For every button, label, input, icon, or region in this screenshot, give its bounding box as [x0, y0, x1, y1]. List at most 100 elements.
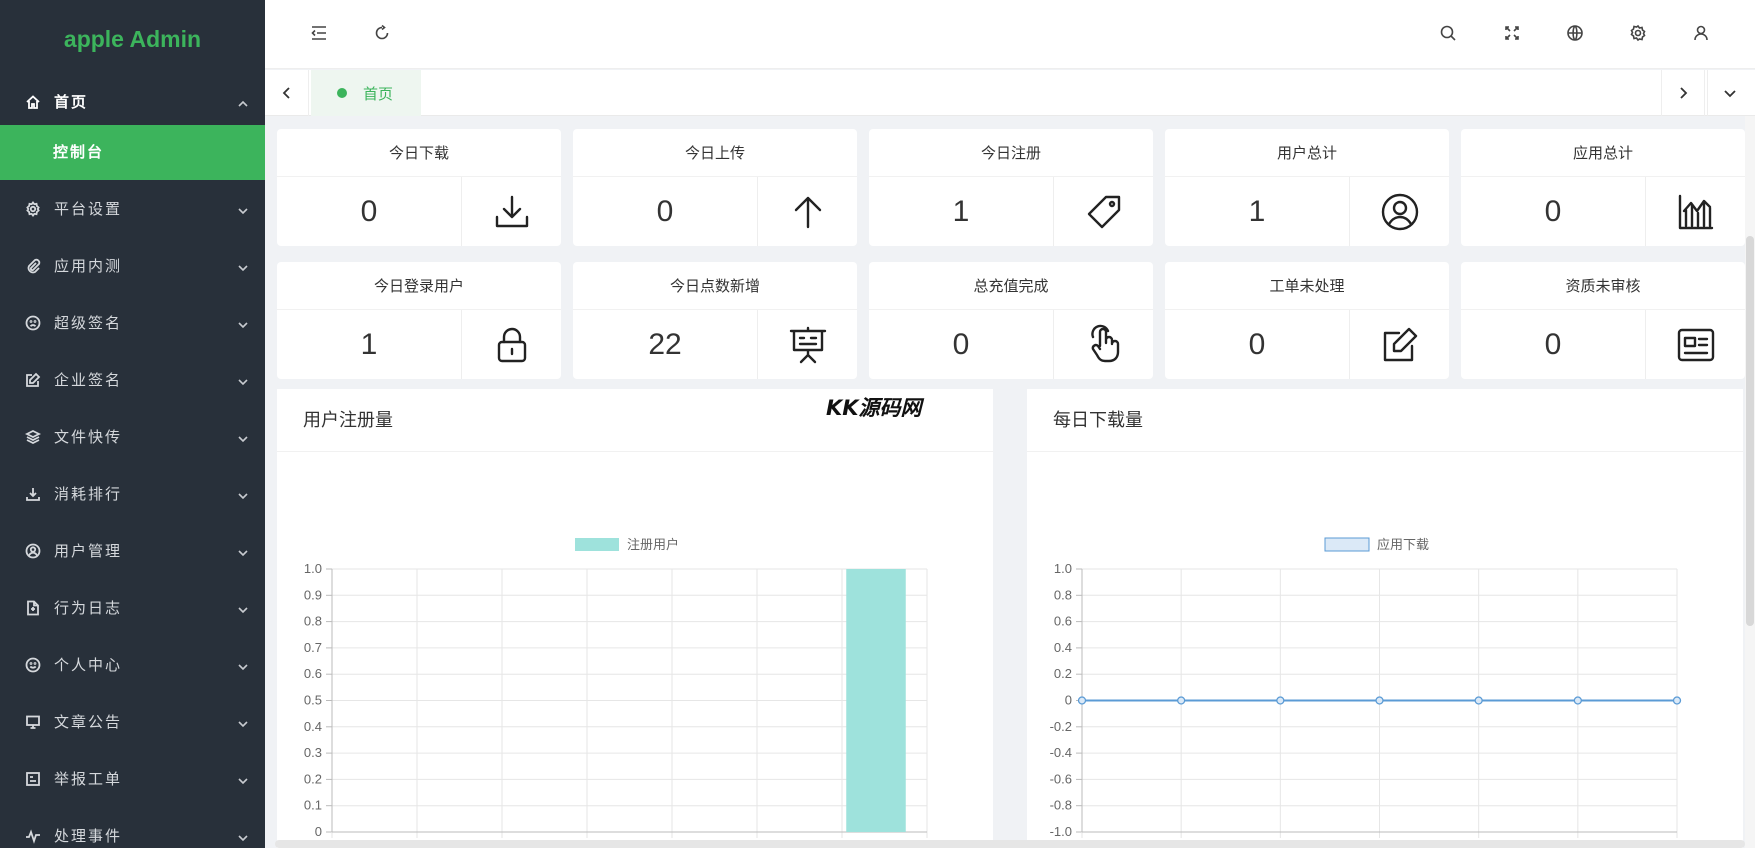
tab-label: 首页 [363, 84, 394, 103]
y-tick-label: 0.2 [1054, 666, 1072, 681]
stat-value: 0 [656, 195, 674, 228]
sidebar-item-7[interactable]: 用户管理 [0, 522, 265, 579]
stat-title: 今日注册 [869, 129, 1153, 177]
sidebar-item-label: 消耗排行 [54, 485, 123, 503]
stat-title: 总充值完成 [869, 262, 1153, 310]
user-circle-icon [24, 542, 42, 560]
chevron-down-icon [237, 659, 249, 671]
chevron-down-icon [237, 830, 249, 842]
chevron-down-icon [237, 203, 249, 215]
sidebar-item-2[interactable]: 应用内测 [0, 237, 265, 294]
sidebar-item-3[interactable]: 超级签名 [0, 294, 265, 351]
sidebar-item-0[interactable]: 首页 [0, 78, 265, 125]
y-tick-label: -1.0 [1050, 824, 1072, 839]
stat-card: 用户总计 1 [1165, 129, 1449, 246]
smile-icon [24, 656, 42, 674]
scrollbar-thumb[interactable] [1746, 236, 1754, 626]
vertical-scrollbar[interactable] [1745, 116, 1755, 848]
sidebar-item-10[interactable]: 文章公告 [0, 693, 265, 750]
chevron-down-icon [237, 260, 249, 272]
sidebar: apple Admin 首页 控制台 平台设置 应用内测超级签名企业签名文件快传消耗排… [0, 0, 265, 848]
bar[interactable] [846, 569, 906, 832]
hand-pointer-icon [1053, 310, 1153, 379]
stat-card: 总充值完成 0 [869, 262, 1153, 379]
sidebar-item-12[interactable]: 处理事件 [0, 807, 265, 848]
legend-label: 应用下载 [1377, 537, 1429, 552]
globe-icon[interactable] [1564, 22, 1586, 44]
chevron-down-icon [237, 545, 249, 557]
sidebar-item-5[interactable]: 文件快传 [0, 408, 265, 465]
menu-fold-icon[interactable] [308, 22, 330, 44]
data-point[interactable] [1177, 696, 1186, 705]
stat-card: 资质未审核 0 [1461, 262, 1745, 379]
y-tick-label: 1.0 [304, 561, 322, 576]
y-tick-label: 1.0 [1054, 561, 1072, 576]
y-tick-label: 0.2 [304, 771, 322, 786]
legend-swatch[interactable] [575, 538, 619, 551]
y-tick-label: 0.9 [304, 587, 322, 602]
bar-chart-icon [1645, 177, 1745, 246]
chevron-down-icon [237, 488, 249, 500]
chart-title: 每日下载量 [1027, 389, 1743, 452]
tab-bar: 首页 [265, 70, 1755, 116]
stat-value: 0 [360, 195, 378, 228]
stat-value: 0 [1248, 328, 1266, 361]
file-icon [24, 599, 42, 617]
y-tick-label: 0 [315, 824, 322, 839]
sidebar-item-11[interactable]: 举报工单 [0, 750, 265, 807]
chevron-down-icon [237, 602, 249, 614]
legend-swatch[interactable] [1324, 537, 1370, 552]
user-icon[interactable] [1690, 22, 1712, 44]
sidebar-item-4[interactable]: 企业签名 [0, 351, 265, 408]
y-tick-label: 0.5 [304, 693, 322, 708]
y-tick-label: 0.6 [304, 666, 322, 681]
stat-value: 22 [648, 328, 682, 361]
sidebar-item-label: 企业签名 [54, 371, 123, 389]
sidebar-item-9[interactable]: 个人中心 [0, 636, 265, 693]
layers-icon [24, 428, 42, 446]
sidebar-item-6[interactable]: 消耗排行 [0, 465, 265, 522]
user-circle-icon [1349, 177, 1449, 246]
y-tick-label: 0.7 [304, 640, 322, 655]
tab-dropdown-button[interactable] [1707, 70, 1751, 116]
tab-scroll-left-button[interactable] [265, 70, 309, 116]
tab-home[interactable]: 首页 [311, 70, 421, 116]
sidebar-item-8[interactable]: 行为日志 [0, 579, 265, 636]
sidebar-item-label: 举报工单 [54, 770, 123, 788]
data-point[interactable] [1573, 696, 1582, 705]
y-tick-label: 0.3 [304, 745, 322, 760]
y-tick-label: -0.6 [1050, 771, 1072, 786]
refresh-icon[interactable] [371, 22, 393, 44]
stat-card: 今日点数新增 22 [573, 262, 857, 379]
download-line-chart: 应用下载 1.0 0.8 0.6 0.4 0.2 0 -0.2 -0.4 -0.6 -0.8 -1.0… [1049, 537, 1711, 848]
register-chart-panel: 用户注册量 注册用户 1.0 0.9 0.8 0.7 0.6 0.5 0.4 0.3 0.2 0.1… [277, 389, 993, 848]
edit-icon [24, 371, 42, 389]
download-icon [24, 485, 42, 503]
stat-card: 工单未处理 0 [1165, 262, 1449, 379]
gear-icon [24, 200, 42, 218]
download-icon [461, 177, 561, 246]
home-icon [24, 93, 42, 111]
data-point[interactable] [1672, 696, 1682, 705]
search-icon[interactable] [1437, 22, 1459, 44]
y-tick-label: 0.4 [1054, 640, 1072, 655]
data-point[interactable] [1077, 696, 1087, 705]
gear-icon[interactable] [1627, 22, 1649, 44]
app-logo[interactable]: apple Admin [0, 0, 265, 78]
data-point[interactable] [1375, 696, 1384, 705]
horizontal-scrollbar[interactable] [275, 840, 1745, 848]
stat-title: 今日上传 [573, 129, 857, 177]
fullscreen-icon[interactable] [1501, 22, 1523, 44]
sidebar-item-label: 行为日志 [54, 599, 123, 617]
tab-scroll-right-button[interactable] [1661, 70, 1705, 116]
sidebar-item-label: 超级签名 [54, 314, 123, 332]
sidebar-item-1[interactable]: 平台设置 [0, 180, 265, 237]
data-point[interactable] [1276, 696, 1285, 705]
data-point[interactable] [1474, 696, 1483, 705]
sidebar-subitem-console[interactable]: 控制台 [0, 125, 265, 180]
y-tick-label: -0.2 [1050, 719, 1072, 734]
stat-value: 1 [952, 195, 970, 228]
y-tick-label: 0.1 [304, 798, 322, 813]
y-tick-label: -0.8 [1050, 798, 1072, 813]
stat-value: 1 [1248, 195, 1266, 228]
